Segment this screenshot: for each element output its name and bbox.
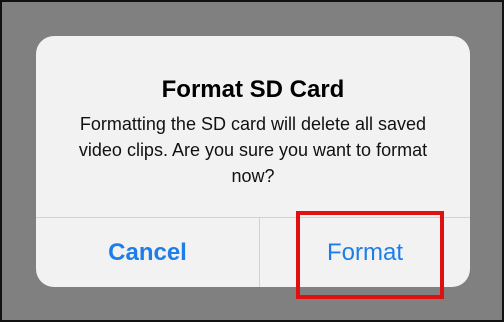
cancel-button[interactable]: Cancel xyxy=(36,218,259,287)
format-button[interactable]: Format xyxy=(260,218,470,287)
screen-overlay: Format SD Card Formatting the SD card wi… xyxy=(0,0,504,322)
dialog-message: Formatting the SD card will delete all s… xyxy=(78,114,428,186)
dialog-title: Format SD Card xyxy=(161,76,345,103)
format-sd-card-dialog: Format SD Card Formatting the SD card wi… xyxy=(36,36,470,287)
